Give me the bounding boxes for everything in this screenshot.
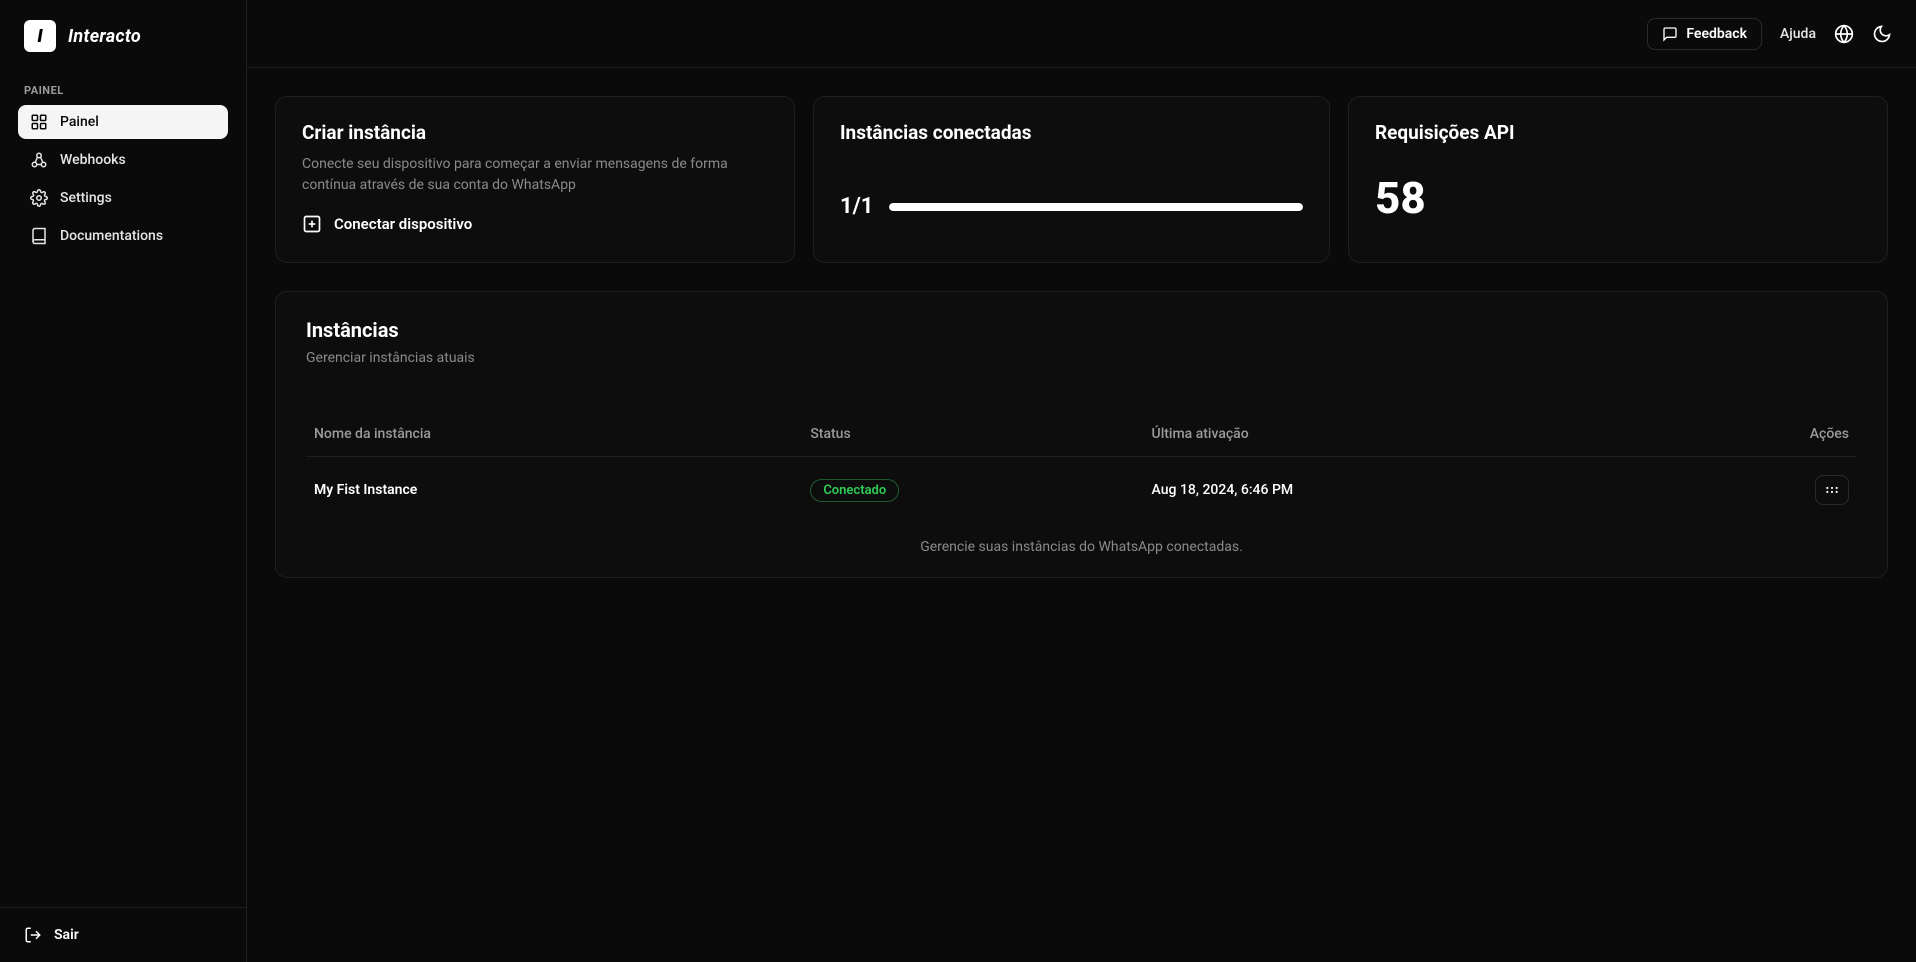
col-actions: Ações <box>1655 416 1857 457</box>
connected-instances-card: Instâncias conectadas 1/1 <box>813 96 1330 263</box>
sidebar-item-settings[interactable]: Settings <box>18 181 228 215</box>
cell-status: Conectado <box>802 457 1143 524</box>
summary-cards-row: Criar instância Conecte seu dispositivo … <box>275 96 1888 263</box>
sidebar-item-documentations[interactable]: Documentations <box>18 219 228 253</box>
globe-icon <box>1834 24 1854 44</box>
table-footer-note: Gerencie suas instâncias do WhatsApp con… <box>306 523 1857 555</box>
connect-device-label: Conectar dispositivo <box>334 215 472 233</box>
row-actions-button[interactable] <box>1815 475 1849 505</box>
logout-icon <box>24 926 42 944</box>
progress-bar <box>889 203 1303 211</box>
sidebar-footer: Sair <box>0 907 246 962</box>
cell-last-activation: Aug 18, 2024, 6:46 PM <box>1144 457 1656 524</box>
col-last: Última ativação <box>1144 416 1656 457</box>
plus-square-icon <box>302 214 322 234</box>
instances-table: Nome da instância Status Última ativação… <box>306 416 1857 523</box>
progress-fill <box>889 203 1303 211</box>
sidebar-item-label: Painel <box>60 114 99 130</box>
sidebar-item-painel[interactable]: Painel <box>18 105 228 139</box>
logout-label: Sair <box>54 927 79 943</box>
instances-title: Instâncias <box>306 318 1857 342</box>
logo-mark: I <box>24 20 56 52</box>
card-description: Conecte seu dispositivo para começar a e… <box>302 154 768 196</box>
logo-text: Interacto <box>68 26 141 47</box>
api-requests-card: Requisições API 58 <box>1348 96 1888 263</box>
sidebar: I Interacto PAINEL Painel Webhooks Setti… <box>0 0 247 962</box>
language-button[interactable] <box>1834 24 1854 44</box>
topbar: Feedback Ajuda <box>247 0 1916 68</box>
sidebar-item-label: Settings <box>60 190 112 206</box>
create-instance-card: Criar instância Conecte seu dispositivo … <box>275 96 795 263</box>
table-row: My Fist Instance Conectado Aug 18, 2024,… <box>306 457 1857 524</box>
book-icon <box>30 227 48 245</box>
connected-ratio: 1/1 <box>840 194 873 219</box>
message-icon <box>1662 26 1678 42</box>
sidebar-item-label: Webhooks <box>60 152 126 168</box>
card-title: Criar instância <box>302 121 768 144</box>
sidebar-item-webhooks[interactable]: Webhooks <box>18 143 228 177</box>
sidebar-item-label: Documentations <box>60 228 163 244</box>
cell-instance-name: My Fist Instance <box>306 457 802 524</box>
col-name: Nome da instância <box>306 416 802 457</box>
logo[interactable]: I Interacto <box>0 0 246 72</box>
api-requests-value: 58 <box>1375 172 1861 224</box>
connect-device-button[interactable]: Conectar dispositivo <box>302 214 472 234</box>
sidebar-section-label: PAINEL <box>0 72 246 105</box>
status-badge: Conectado <box>810 479 899 502</box>
col-status: Status <box>802 416 1143 457</box>
instances-subtitle: Gerenciar instâncias atuais <box>306 350 1857 366</box>
grip-icon <box>1824 484 1840 496</box>
feedback-button[interactable]: Feedback <box>1647 18 1762 50</box>
moon-icon <box>1872 24 1892 44</box>
logout-button[interactable]: Sair <box>24 926 222 944</box>
help-link[interactable]: Ajuda <box>1780 26 1816 42</box>
dashboard-icon <box>30 113 48 131</box>
gear-icon <box>30 189 48 207</box>
card-title: Instâncias conectadas <box>840 121 1303 144</box>
sidebar-nav: Painel Webhooks Settings Documentations <box>0 105 246 253</box>
content: Criar instância Conecte seu dispositivo … <box>247 68 1916 606</box>
theme-toggle-button[interactable] <box>1872 24 1892 44</box>
feedback-label: Feedback <box>1686 26 1747 42</box>
card-title: Requisições API <box>1375 121 1861 144</box>
webhook-icon <box>30 151 48 169</box>
main: Feedback Ajuda Criar instância Conecte s… <box>247 0 1916 962</box>
instances-card: Instâncias Gerenciar instâncias atuais N… <box>275 291 1888 578</box>
